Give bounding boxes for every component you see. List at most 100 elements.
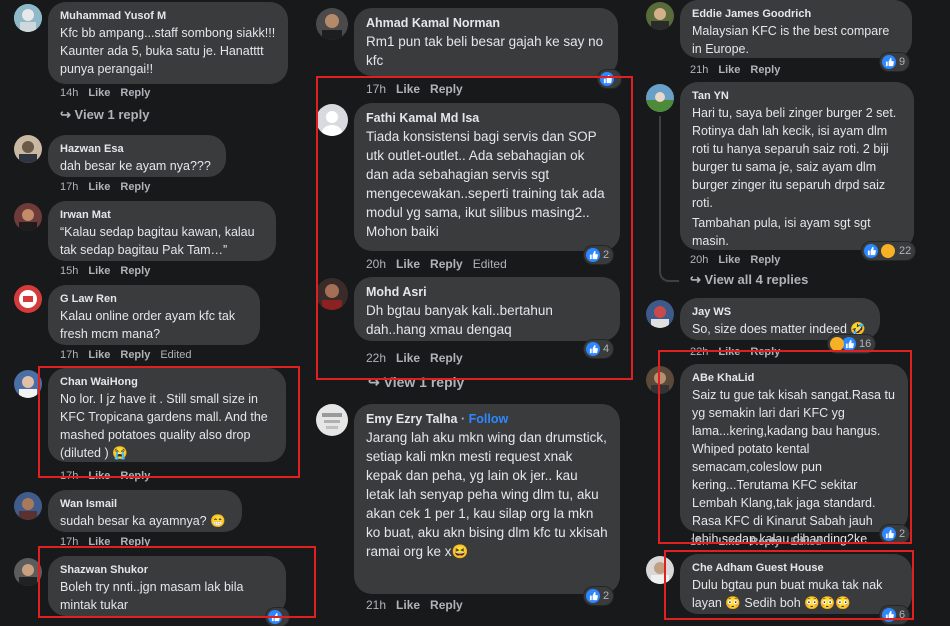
thread-line [659, 116, 679, 282]
profile-picture [316, 8, 348, 40]
like-button[interactable]: Like [88, 349, 110, 361]
edited-label: Edited [160, 349, 192, 361]
reply-button[interactable]: Reply [120, 349, 150, 361]
comment-author[interactable]: G Law Ren [60, 292, 248, 306]
like-button[interactable]: Like [396, 598, 420, 612]
follow-button[interactable]: Follow [469, 412, 509, 426]
reply-arrow-icon: ↪ [690, 272, 701, 287]
comment-time[interactable]: 21h [366, 598, 386, 612]
reply-button[interactable]: Reply [120, 265, 150, 277]
comment-time[interactable]: 21h [690, 64, 708, 76]
comment-actions: 21h Like Reply [366, 598, 473, 612]
comment-author[interactable]: Ahmad Kamal Norman [366, 15, 606, 31]
highlight-box [38, 366, 300, 478]
highlight-box [664, 550, 914, 620]
comment-bubble: G Law Ren Kalau online order ayam kfc ta… [48, 285, 260, 345]
avatar[interactable] [14, 285, 42, 313]
avatar[interactable] [14, 135, 42, 163]
comment-text: Kalau online order ayam kfc tak fresh mc… [60, 309, 236, 341]
profile-picture [14, 4, 42, 32]
profile-picture [14, 135, 42, 163]
haha-icon [830, 337, 844, 351]
comment-text: sudah besar ka ayamnya? 😁 [60, 514, 226, 528]
like-button[interactable]: Like [88, 181, 110, 193]
reply-button[interactable]: Reply [750, 254, 780, 266]
comment-time[interactable]: 15h [60, 265, 78, 277]
comment-author[interactable]: Irwan Mat [60, 208, 264, 222]
avatar[interactable] [316, 8, 348, 40]
avatar[interactable] [14, 4, 42, 32]
comment-bubble: Emy Ezry Talha · Follow Jarang lah aku m… [354, 404, 620, 594]
profile-picture [316, 404, 348, 436]
view-replies-link[interactable]: ↪ View 1 reply [60, 107, 149, 123]
reply-button[interactable]: Reply [120, 181, 150, 193]
comment-author[interactable]: Jay WS [692, 305, 868, 319]
comment-actions: 14h Like Reply [60, 87, 160, 99]
comment-author[interactable]: Eddie James Goodrich [692, 7, 900, 21]
reaction-count: 2 [603, 590, 610, 602]
comment-bubble: Tan YN Hari tu, saya beli zinger burger … [680, 82, 914, 250]
reply-arrow-icon: ↪ [60, 107, 71, 122]
thumbs-up-icon [586, 589, 600, 603]
avatar[interactable] [14, 203, 42, 231]
thumbs-up-icon [882, 55, 896, 69]
comment-time[interactable]: 17h [60, 349, 78, 361]
haha-icon [881, 244, 895, 258]
comment-text: Jarang lah aku mkn wing dan drumstick, s… [366, 430, 608, 559]
profile-picture [14, 492, 42, 520]
comment-text: Hari tu, saya beli zinger burger 2 set. … [692, 106, 897, 210]
thumbs-up-icon [842, 337, 856, 351]
comment-text: Malaysian KFC is the best compare in Eur… [692, 24, 890, 56]
avatar[interactable] [14, 492, 42, 520]
reaction-summary[interactable]: 2 [584, 587, 614, 605]
like-button[interactable]: Like [718, 254, 740, 266]
highlight-box [658, 350, 912, 544]
comment-actions: 15h Like Reply [60, 265, 160, 277]
reaction-summary[interactable]: 9 [880, 53, 910, 71]
comment-time[interactable]: 20h [690, 254, 708, 266]
profile-picture [646, 2, 674, 30]
reaction-count: 9 [899, 56, 906, 68]
highlight-box [316, 76, 633, 380]
comment-author[interactable]: Tan YN [692, 89, 902, 103]
profile-picture [14, 285, 42, 313]
reply-button[interactable]: Reply [430, 598, 463, 612]
reaction-summary[interactable]: 22 [862, 242, 916, 260]
profile-picture [646, 300, 674, 328]
comment-text: Kfc bb ampang...staff sombong siakk!!! K… [60, 26, 276, 76]
avatar[interactable] [646, 84, 674, 112]
comment-text: “Kalau sedap bagitau kawan, kalau tak se… [60, 225, 255, 257]
like-button[interactable]: Like [88, 265, 110, 277]
highlight-box [38, 546, 316, 618]
reaction-count: 22 [899, 245, 912, 257]
comment-bubble: Wan Ismail sudah besar ka ayamnya? 😁 [48, 490, 242, 532]
comment-author[interactable]: Hazwan Esa [60, 142, 214, 156]
avatar[interactable] [646, 2, 674, 30]
comment-bubble: Jay WS So, size does matter indeed 🤣 [680, 298, 880, 340]
comment-author[interactable]: Muhammad Yusof M [60, 9, 276, 23]
like-button[interactable]: Like [88, 87, 110, 99]
reaction-count: 16 [859, 338, 872, 350]
comment-author[interactable]: Wan Ismail [60, 497, 230, 511]
comment-bubble: Muhammad Yusof M Kfc bb ampang...staff s… [48, 2, 288, 84]
profile-picture [14, 203, 42, 231]
thumbs-up-icon [864, 244, 878, 258]
profile-picture [646, 84, 674, 112]
comment-actions: 20h Like Reply [690, 254, 790, 266]
like-button[interactable]: Like [718, 64, 740, 76]
comment-bubble: Ahmad Kamal Norman Rm1 pun tak beli besa… [354, 8, 618, 76]
comment-time[interactable]: 14h [60, 87, 78, 99]
comment-bubble: Eddie James Goodrich Malaysian KFC is th… [680, 0, 912, 58]
reply-button[interactable]: Reply [750, 64, 780, 76]
comment-time[interactable]: 17h [60, 181, 78, 193]
avatar[interactable] [316, 404, 348, 436]
comment-actions: 21h Like Reply [690, 64, 790, 76]
comment-bubble: Hazwan Esa dah besar ke ayam nya??? [48, 135, 226, 177]
comment-author[interactable]: Emy Ezry Talha · Follow [366, 411, 608, 427]
comment-actions: 17h Like Reply [60, 181, 160, 193]
view-replies-link[interactable]: ↪ View all 4 replies [690, 272, 808, 288]
avatar[interactable] [646, 300, 674, 328]
comment-bubble: Irwan Mat “Kalau sedap bagitau kawan, ka… [48, 201, 276, 261]
comment-text: Rm1 pun tak beli besar gajah ke say no k… [366, 34, 604, 68]
reply-button[interactable]: Reply [120, 87, 150, 99]
